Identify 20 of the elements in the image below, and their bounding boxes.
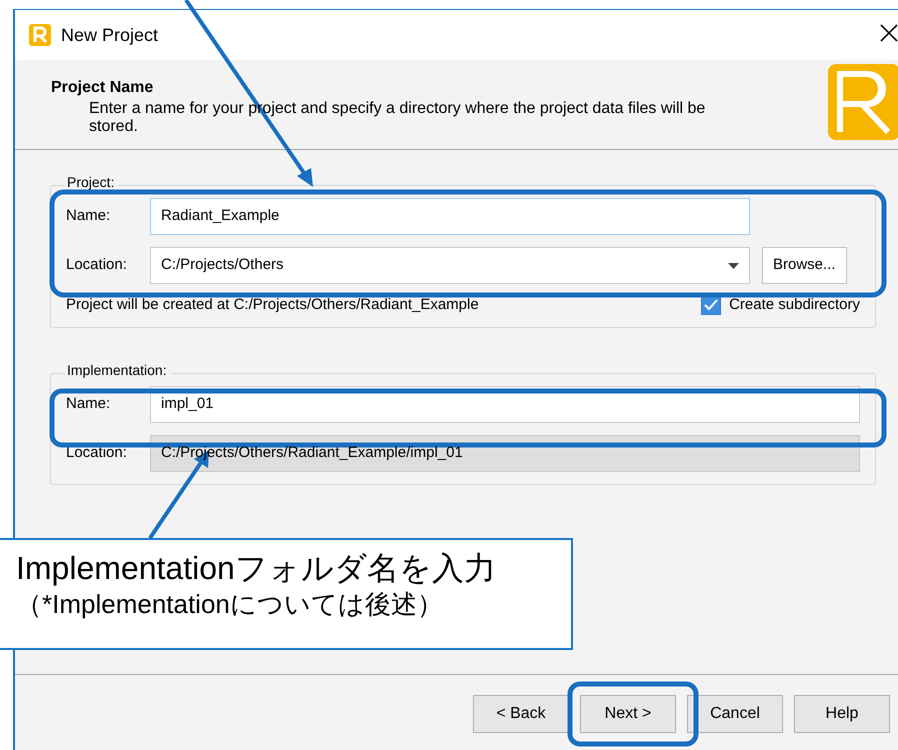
app-logo-icon xyxy=(29,24,51,46)
field-label: Name: xyxy=(66,206,112,226)
location-dropdown[interactable]: C:/Projects/Others xyxy=(150,247,750,284)
callout-text: （*Implementationについては後述） xyxy=(16,588,444,621)
field-label: Location: xyxy=(66,442,128,463)
field-label: Location: xyxy=(66,255,128,276)
name-field[interactable]: Radiant_Example xyxy=(150,198,750,235)
browse-button[interactable]: Browse... xyxy=(762,247,847,284)
close-icon[interactable] xyxy=(879,22,898,43)
callout-text: Implementationフォルダ名を入力 xyxy=(16,549,497,588)
window-title: New Project xyxy=(61,24,158,47)
dialog-button[interactable]: Help xyxy=(794,695,890,733)
dialog-button[interactable]: Next > xyxy=(580,695,676,733)
dialog-button[interactable]: Cancel xyxy=(687,695,783,733)
path-note: Project will be created at C:/Projects/Others/Radiant_Example xyxy=(66,295,479,315)
dropdown-arrow-icon xyxy=(728,262,739,268)
page-heading: Project Name xyxy=(51,78,154,98)
checkbox-label[interactable]: Create subdirectory xyxy=(729,294,860,316)
field-label: Name: xyxy=(66,394,112,414)
dialog-button[interactable]: < Back xyxy=(473,695,569,733)
